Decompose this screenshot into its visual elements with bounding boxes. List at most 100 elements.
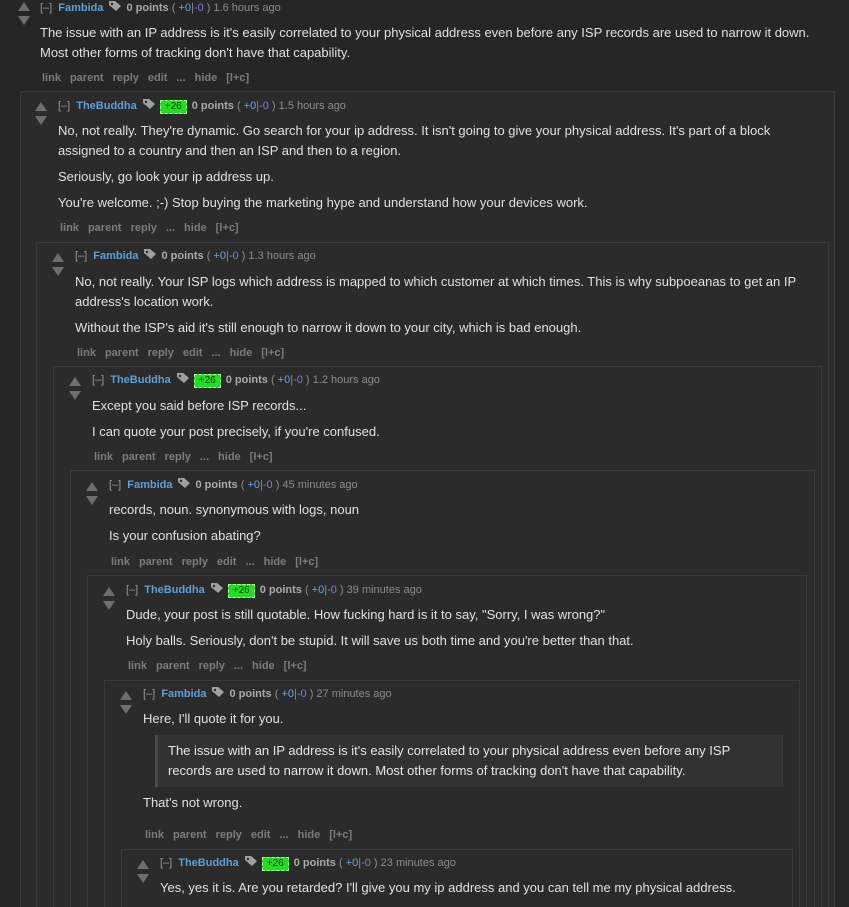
reply-button[interactable]: reply	[131, 222, 157, 234]
link-button[interactable]: link	[128, 660, 147, 672]
link-button[interactable]: link	[60, 222, 79, 234]
score: 0 points	[225, 374, 268, 386]
downvote-icon[interactable]	[120, 705, 132, 714]
more-button[interactable]: ...	[279, 829, 288, 841]
collapse-toggle[interactable]: [–]	[40, 2, 52, 14]
hide-button[interactable]: hide	[230, 347, 253, 359]
hide-button[interactable]: hide	[184, 222, 207, 234]
hide-button[interactable]: hide	[264, 556, 287, 568]
author-link[interactable]: TheBuddha	[144, 584, 205, 596]
collapse-toggle[interactable]: [–]	[143, 688, 155, 700]
link-button[interactable]: link	[94, 451, 113, 463]
tagline: [–] Fambida 0 points ( +0|-0 ) 1.6 hours a…	[40, 0, 281, 14]
reply-button[interactable]: reply	[165, 451, 191, 463]
paragraph: You're welcome. ;-) Stop buying the mark…	[58, 195, 588, 210]
link-button[interactable]: link	[111, 556, 130, 568]
tag-icon[interactable]	[143, 248, 157, 260]
hide-button[interactable]: hide	[252, 660, 275, 672]
collapse-toggle[interactable]: [–]	[160, 857, 172, 869]
author-link[interactable]: TheBuddha	[76, 100, 137, 112]
downvote-icon[interactable]	[86, 496, 98, 505]
upvote-icon[interactable]	[120, 691, 132, 700]
collapse-tree-button[interactable]: [l+c]	[284, 660, 307, 672]
upvote-icon[interactable]	[137, 860, 149, 869]
downvote-icon[interactable]	[18, 16, 30, 25]
tag-icon[interactable]	[211, 686, 225, 698]
reply-button[interactable]: reply	[113, 72, 139, 84]
upvote-icon[interactable]	[35, 102, 47, 111]
more-button[interactable]: ...	[211, 347, 220, 359]
tag-icon[interactable]	[176, 372, 190, 384]
upvote-icon[interactable]	[86, 482, 98, 491]
parent-button[interactable]: parent	[156, 660, 190, 672]
paragraph: Except you said before ISP records...	[92, 398, 307, 413]
reply-button[interactable]: reply	[148, 347, 174, 359]
collapse-toggle[interactable]: [–]	[126, 584, 138, 596]
hide-button[interactable]: hide	[218, 451, 241, 463]
collapse-tree-button[interactable]: [l+c]	[261, 347, 284, 359]
close-paren: )	[206, 2, 211, 14]
author-link[interactable]: Fambida	[93, 250, 138, 262]
reply-button[interactable]: reply	[216, 829, 242, 841]
reply-button[interactable]: reply	[199, 660, 225, 672]
tagline: [–] Fambida 0 points ( +0|-0 ) 45 minutes …	[109, 477, 358, 491]
parent-button[interactable]: parent	[70, 72, 104, 84]
tag-icon[interactable]	[210, 582, 224, 594]
upvote-icon[interactable]	[103, 587, 115, 596]
collapse-tree-button[interactable]: [l+c]	[226, 72, 249, 84]
collapse-toggle[interactable]: [–]	[109, 479, 121, 491]
hide-button[interactable]: hide	[298, 829, 321, 841]
paragraph: Without the ISP's aid it's still enough …	[75, 320, 582, 335]
edit-button[interactable]: edit	[183, 347, 203, 359]
close-paren: )	[305, 374, 310, 386]
author-link[interactable]: TheBuddha	[110, 374, 171, 386]
author-link[interactable]: Fambida	[127, 479, 172, 491]
link-button[interactable]: link	[145, 829, 164, 841]
more-button[interactable]: ...	[245, 556, 254, 568]
collapse-tree-button[interactable]: [l+c]	[329, 829, 352, 841]
reply-button[interactable]: reply	[182, 556, 208, 568]
author-link[interactable]: TheBuddha	[178, 857, 239, 869]
tag-icon[interactable]	[108, 0, 122, 12]
downvote-icon[interactable]	[137, 874, 149, 883]
parent-button[interactable]: parent	[139, 556, 173, 568]
tag-icon[interactable]	[177, 477, 191, 489]
edit-button[interactable]: edit	[148, 72, 168, 84]
collapse-toggle[interactable]: [–]	[92, 374, 104, 386]
edit-button[interactable]: edit	[217, 556, 237, 568]
paragraph: Holy balls. Seriously, don't be stupid. …	[126, 633, 634, 648]
upvote-icon[interactable]	[18, 2, 30, 11]
tag-icon[interactable]	[142, 98, 156, 110]
author-link[interactable]: Fambida	[161, 688, 206, 700]
more-button[interactable]: ...	[166, 222, 175, 234]
parent-button[interactable]: parent	[122, 451, 156, 463]
hide-button[interactable]: hide	[195, 72, 218, 84]
paragraph: Seriously, go look your ip address up.	[58, 169, 274, 184]
downvote-icon[interactable]	[103, 601, 115, 610]
more-button[interactable]: ...	[234, 660, 243, 672]
link-button[interactable]: link	[42, 72, 61, 84]
upvote-icon[interactable]	[52, 253, 64, 262]
upvotes: +0	[277, 374, 291, 386]
collapse-toggle[interactable]: [–]	[75, 250, 87, 262]
parent-button[interactable]: parent	[88, 222, 122, 234]
collapse-tree-button[interactable]: [l+c]	[250, 451, 273, 463]
upvote-icon[interactable]	[69, 377, 81, 386]
link-button[interactable]: link	[77, 347, 96, 359]
collapse-toggle[interactable]: [–]	[58, 100, 70, 112]
edit-button[interactable]: edit	[251, 829, 271, 841]
tagline: [–] TheBuddha +26 0 points ( +0|-0 ) 39 min…	[126, 582, 422, 598]
downvote-icon[interactable]	[69, 391, 81, 400]
collapse-tree-button[interactable]: [l+c]	[295, 556, 318, 568]
comment-buttons: link parent reply... hide [l+c]	[60, 222, 248, 234]
downvote-icon[interactable]	[52, 267, 64, 276]
more-button[interactable]: ...	[176, 72, 185, 84]
parent-button[interactable]: parent	[173, 829, 207, 841]
tag-icon[interactable]	[244, 855, 258, 867]
more-button[interactable]: ...	[200, 451, 209, 463]
downvote-icon[interactable]	[35, 116, 47, 125]
author-link[interactable]: Fambida	[58, 2, 103, 14]
collapse-tree-button[interactable]: [l+c]	[216, 222, 239, 234]
parent-button[interactable]: parent	[105, 347, 139, 359]
open-paren: (	[171, 2, 176, 14]
